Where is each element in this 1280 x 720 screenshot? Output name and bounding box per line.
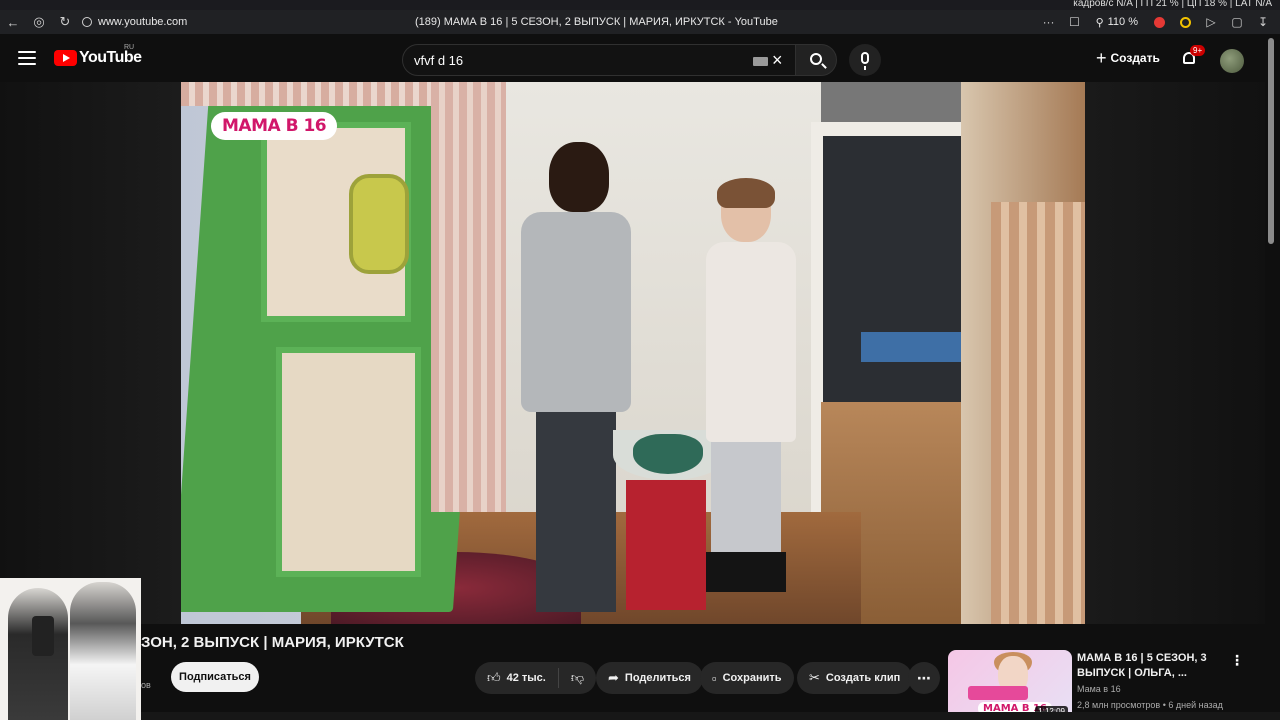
search-input[interactable]: vfvf d 16 × bbox=[402, 44, 796, 76]
scene-person-man bbox=[511, 142, 631, 612]
browser-actions: ··· ☐ ⚲ 110 % ▷ ▢ ↧ bbox=[1038, 10, 1274, 34]
search-button[interactable] bbox=[795, 44, 837, 76]
overlay-bottle bbox=[32, 616, 54, 656]
search-query-text: vfvf d 16 bbox=[414, 53, 464, 68]
bookmark-save-icon: ▫ bbox=[712, 670, 717, 686]
notifications-button[interactable]: 9+ bbox=[1181, 45, 1206, 67]
create-button[interactable]: + Создать bbox=[1096, 48, 1160, 68]
related-thumbnail[interactable]: МАМА В 16 1:12:09 bbox=[948, 650, 1072, 720]
download-icon[interactable]: ↧ bbox=[1252, 11, 1274, 33]
youtube-logo[interactable]: YouTube RU bbox=[54, 44, 142, 67]
page-scrollbar[interactable] bbox=[1268, 38, 1274, 244]
related-title[interactable]: МАМА В 16 | 5 СЕЗОН, 3 ВЫПУСК | ОЛЬГА, .… bbox=[1077, 651, 1227, 681]
clear-search-icon[interactable]: × bbox=[772, 50, 783, 70]
address-bar[interactable]: www.youtube.com bbox=[82, 16, 187, 28]
media-extension-icon[interactable]: ▷ bbox=[1200, 11, 1222, 33]
share-icon: ➦ bbox=[608, 670, 619, 685]
reload-icon[interactable]: ↻ bbox=[52, 10, 78, 34]
video-frame bbox=[181, 82, 1085, 624]
notification-badge: 9+ bbox=[1190, 45, 1206, 56]
zoom-search-icon: ⚲ bbox=[1095, 16, 1104, 29]
scene-person-woman bbox=[681, 178, 801, 602]
related-video-item[interactable]: МАМА В 16 1:12:09 МАМА В 16 | 5 СЕЗОН, 3… bbox=[948, 650, 1258, 720]
share-label: Поделиться bbox=[624, 672, 691, 684]
microphone-icon bbox=[861, 52, 869, 70]
keyboard-icon[interactable] bbox=[753, 57, 768, 66]
zoom-indicator[interactable]: ⚲ 110 % bbox=[1090, 16, 1144, 29]
scene-mirror bbox=[349, 174, 409, 274]
overlay-image bbox=[0, 578, 141, 720]
back-arrow-icon[interactable]: ← bbox=[0, 10, 26, 34]
scene-door-panel-bottom bbox=[276, 347, 421, 577]
scene-curtain-right bbox=[991, 202, 1085, 624]
youtube-wordmark: YouTube bbox=[79, 49, 142, 66]
related-menu-icon[interactable]: ⋮ bbox=[1230, 652, 1244, 669]
subscribe-button[interactable]: Подписаться bbox=[171, 662, 259, 692]
scissors-icon: ✂ bbox=[809, 670, 820, 685]
channel-subscribers-partial: ов bbox=[141, 680, 151, 690]
vpn-extension-icon[interactable] bbox=[1174, 11, 1196, 33]
create-clip-button[interactable]: ✂ Создать клип bbox=[797, 662, 913, 694]
youtube-header: YouTube RU vfvf d 16 × + Создать 9+ bbox=[0, 34, 1280, 82]
youtube-play-icon bbox=[54, 50, 77, 66]
like-dislike-group: 👍︎ 42 тыс. 👎︎ bbox=[475, 662, 597, 694]
thumbs-down-icon: 👎︎ bbox=[570, 670, 585, 685]
video-title: ЗОН, 2 ВЫПУСК | МАРИЯ, ИРКУТСК bbox=[141, 634, 404, 651]
shield-icon[interactable]: ◎ bbox=[26, 10, 52, 34]
ambient-right bbox=[1085, 82, 1265, 624]
region-code: RU bbox=[124, 44, 135, 51]
site-info-icon[interactable] bbox=[82, 17, 92, 27]
search-icon bbox=[810, 53, 822, 65]
extensions-icon[interactable]: ▢ bbox=[1226, 11, 1248, 33]
menu-icon[interactable] bbox=[18, 51, 36, 65]
share-button[interactable]: ➦ Поделиться bbox=[596, 662, 703, 694]
bottom-edge bbox=[141, 712, 1280, 720]
browser-page-title: (189) МАМА В 16 | 5 СЕЗОН, 2 ВЫПУСК | МА… bbox=[415, 16, 778, 28]
scene-table bbox=[861, 332, 971, 362]
show-logo-badge: МАМА В 16 bbox=[211, 112, 338, 140]
more-icon[interactable]: ··· bbox=[1038, 11, 1060, 33]
save-label: Сохранить bbox=[722, 672, 782, 684]
browser-toolbar: ← ◎ ↻ www.youtube.com (189) МАМА В 16 | … bbox=[0, 10, 1280, 34]
scene-curtain-left bbox=[431, 82, 506, 512]
zoom-value: 110 % bbox=[1107, 16, 1138, 28]
avatar[interactable] bbox=[1220, 49, 1244, 73]
clip-label: Создать клип bbox=[825, 672, 901, 684]
overlay-character-right bbox=[70, 582, 136, 720]
os-stats-overlay: кадров/с N/A | ГП 21 % | ЦП 18 % | LAT N… bbox=[0, 0, 1280, 10]
related-meta: 2,8 млн просмотров • 6 дней назад bbox=[1077, 700, 1223, 710]
like-button[interactable]: 👍︎ 42 тыс. bbox=[475, 662, 558, 694]
thumbs-up-icon: 👍︎ bbox=[487, 670, 501, 685]
save-button[interactable]: ▫ Сохранить bbox=[700, 662, 794, 694]
os-stats-text: кадров/с N/A | ГП 21 % | ЦП 18 % | LAT N… bbox=[1073, 0, 1272, 9]
video-player[interactable]: МАМА В 16 bbox=[181, 82, 1085, 624]
dislike-button[interactable]: 👎︎ bbox=[559, 662, 596, 694]
thumbnail-banner bbox=[968, 686, 1028, 700]
related-channel[interactable]: Мама в 16 bbox=[1077, 684, 1121, 694]
voice-search-button[interactable] bbox=[849, 44, 881, 76]
more-actions-button[interactable]: ⋯ bbox=[908, 662, 940, 694]
adblock-extension-icon[interactable] bbox=[1148, 11, 1170, 33]
create-label: Создать bbox=[1110, 51, 1160, 65]
more-dots-icon: ⋯ bbox=[917, 669, 931, 686]
like-count: 42 тыс. bbox=[506, 672, 546, 684]
plus-icon: + bbox=[1096, 48, 1107, 68]
url-text: www.youtube.com bbox=[98, 16, 188, 28]
bookmark-icon[interactable]: ☐ bbox=[1064, 11, 1086, 33]
ambient-left bbox=[0, 82, 181, 624]
